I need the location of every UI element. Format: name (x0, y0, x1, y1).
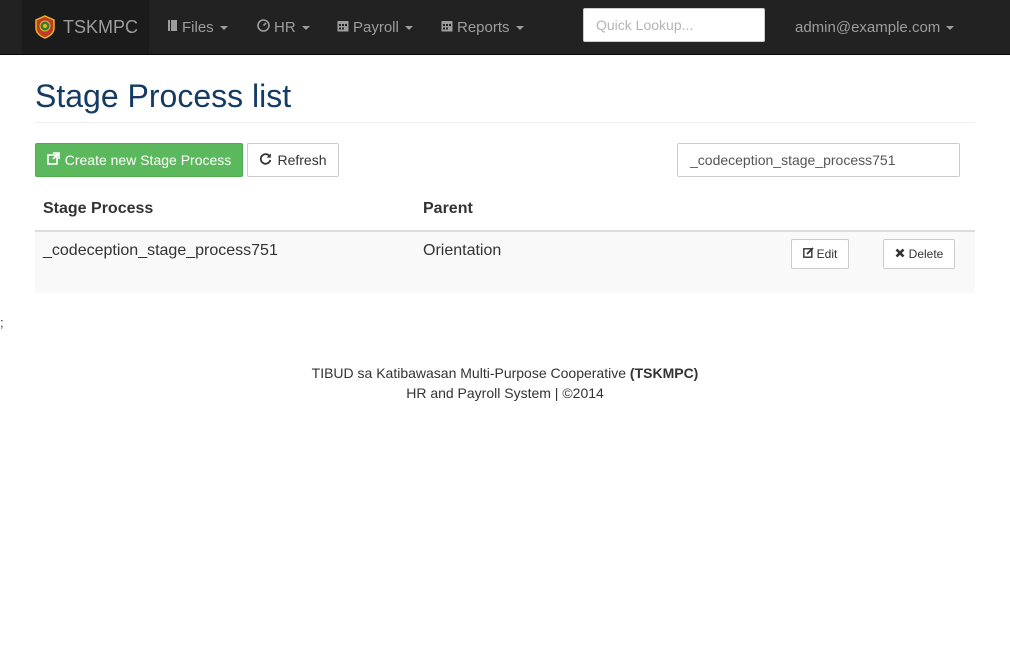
create-button-label: Create new Stage Process (64, 152, 232, 168)
user-menu-dropdown[interactable]: admin@example.com (795, 0, 955, 54)
caret-down-icon (301, 26, 310, 30)
caret-down-icon (946, 26, 955, 30)
user-email: admin@example.com (795, 18, 941, 36)
caret-down-icon (219, 26, 228, 30)
caret-down-icon (515, 26, 524, 30)
cooperative-logo-icon (34, 15, 56, 39)
nav-payroll-dropdown[interactable]: Payroll (337, 0, 413, 54)
edit-icon (802, 247, 814, 261)
nav-payroll-label: Payroll (353, 18, 399, 36)
cell-stage-process: _codeception_stage_process751 (43, 242, 278, 259)
create-stage-process-button[interactable]: Create new Stage Process (35, 143, 243, 177)
refresh-button[interactable]: Refresh (247, 143, 339, 177)
footer-org-name: TIBUD sa Katibawasan Multi-Purpose Coope… (311, 365, 627, 381)
edit-button[interactable]: Edit (791, 239, 849, 269)
nav-reports-dropdown[interactable]: Reports (441, 0, 524, 54)
title-divider (35, 122, 975, 123)
cell-parent: Orientation (423, 242, 502, 259)
external-link-icon (46, 152, 60, 168)
nav-reports-label: Reports (457, 18, 510, 36)
footer-system-line: HR and Payroll System | ©2014 (406, 385, 604, 401)
nav-hr-dropdown[interactable]: HR (257, 0, 310, 54)
nav-files-dropdown[interactable]: Files (167, 0, 228, 54)
remove-icon (895, 247, 905, 261)
refresh-icon (259, 152, 272, 168)
navbar: TSKMPC Files HR Payroll Reports admin@ex… (0, 0, 1010, 55)
calendar-icon (441, 19, 453, 36)
filter-input[interactable] (677, 143, 960, 177)
dashboard-icon (257, 18, 270, 36)
calendar-icon (337, 19, 349, 36)
stray-semicolon: ; (0, 315, 4, 330)
caret-down-icon (404, 26, 413, 30)
footer-org-abbr: (TSKMPC) (629, 365, 699, 381)
delete-button[interactable]: Delete (883, 239, 955, 269)
brand-name: TSKMPC (63, 16, 139, 37)
page-title: Stage Process list (35, 78, 292, 114)
nav-hr-label: HR (274, 18, 296, 36)
edit-button-label: Edit (816, 247, 838, 261)
column-header-parent[interactable]: Parent (423, 200, 473, 218)
nav-files-label: Files (182, 18, 214, 36)
delete-button-label: Delete (908, 247, 944, 261)
file-icon (167, 18, 178, 36)
footer-org-line: TIBUD sa Katibawasan Multi-Purpose Coope… (0, 365, 1010, 381)
column-header-stage-process[interactable]: Stage Process (43, 200, 153, 218)
brand-link[interactable]: TSKMPC (22, 0, 149, 54)
refresh-button-label: Refresh (277, 152, 327, 168)
quick-lookup-input[interactable] (583, 8, 765, 42)
